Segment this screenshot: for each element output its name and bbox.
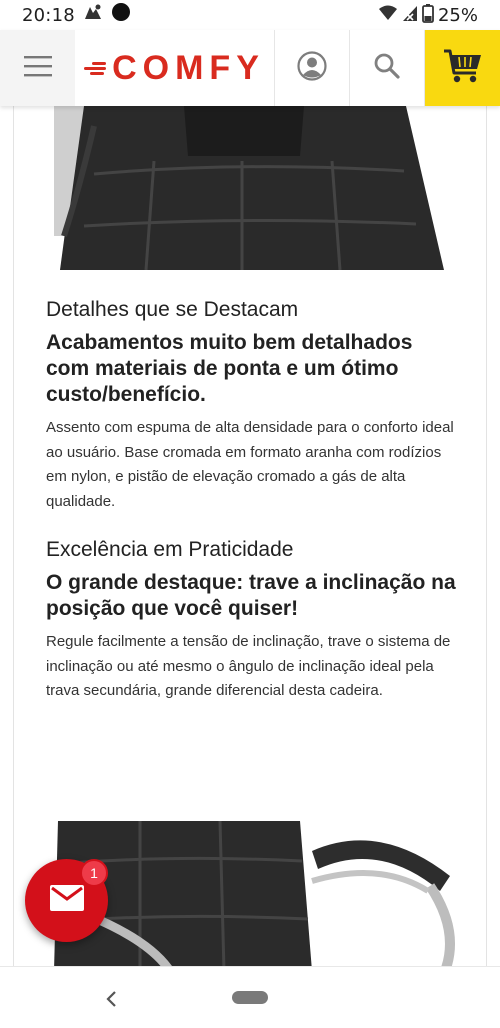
- notification-icon: [83, 3, 103, 27]
- section-title: Excelência em Praticidade: [46, 538, 294, 561]
- section-details: Detalhes que se Destacam Acabamentos mui…: [46, 296, 456, 514]
- back-chevron-icon: [105, 983, 117, 1014]
- cart-button[interactable]: [425, 30, 500, 106]
- site-header: COMFY: [0, 30, 500, 106]
- product-description: Detalhes que se Destacam Acabamentos mui…: [13, 106, 487, 966]
- logo: COMFY: [84, 49, 265, 88]
- user-account-icon: [297, 50, 327, 86]
- section-body: Assento com espuma de alta densidade par…: [46, 419, 454, 510]
- section-subtitle: Acabamentos muito bem detalhados com mat…: [46, 331, 413, 406]
- menu-button[interactable]: [0, 30, 75, 106]
- logo-text: COMFY: [112, 48, 265, 87]
- section-subtitle: O grande destaque: trave a inclinação na…: [46, 571, 456, 620]
- battery-percent: 25%: [437, 4, 478, 26]
- logo-link[interactable]: COMFY: [75, 30, 275, 106]
- section-body: Regule facilmente a tensão de inclinação…: [46, 633, 451, 699]
- wifi-icon: [378, 4, 398, 27]
- search-button[interactable]: [350, 30, 425, 106]
- battery-icon: [422, 3, 434, 28]
- shopping-cart-icon: [443, 47, 483, 90]
- chair-armrest-image: [50, 820, 460, 966]
- mail-icon: [49, 885, 84, 916]
- system-nav-bar: [0, 966, 500, 1028]
- chair-backrest-image: [54, 106, 446, 271]
- status-bar: 20:18 25%: [0, 0, 500, 30]
- section-title: Detalhes que se Destacam: [46, 298, 299, 321]
- logo-speed-lines-icon: [84, 58, 110, 78]
- hamburger-menu-icon: [23, 55, 52, 82]
- signal-icon: [402, 4, 418, 27]
- notification-badge: 1: [80, 859, 108, 887]
- section-practicality: Excelência em Praticidade O grande desta…: [46, 536, 456, 704]
- record-dot-icon: [111, 2, 131, 28]
- back-button[interactable]: [100, 983, 122, 1013]
- home-pill-button[interactable]: [232, 991, 268, 1004]
- status-time: 20:18: [22, 4, 75, 26]
- account-button[interactable]: [275, 30, 350, 106]
- search-icon: [373, 52, 401, 85]
